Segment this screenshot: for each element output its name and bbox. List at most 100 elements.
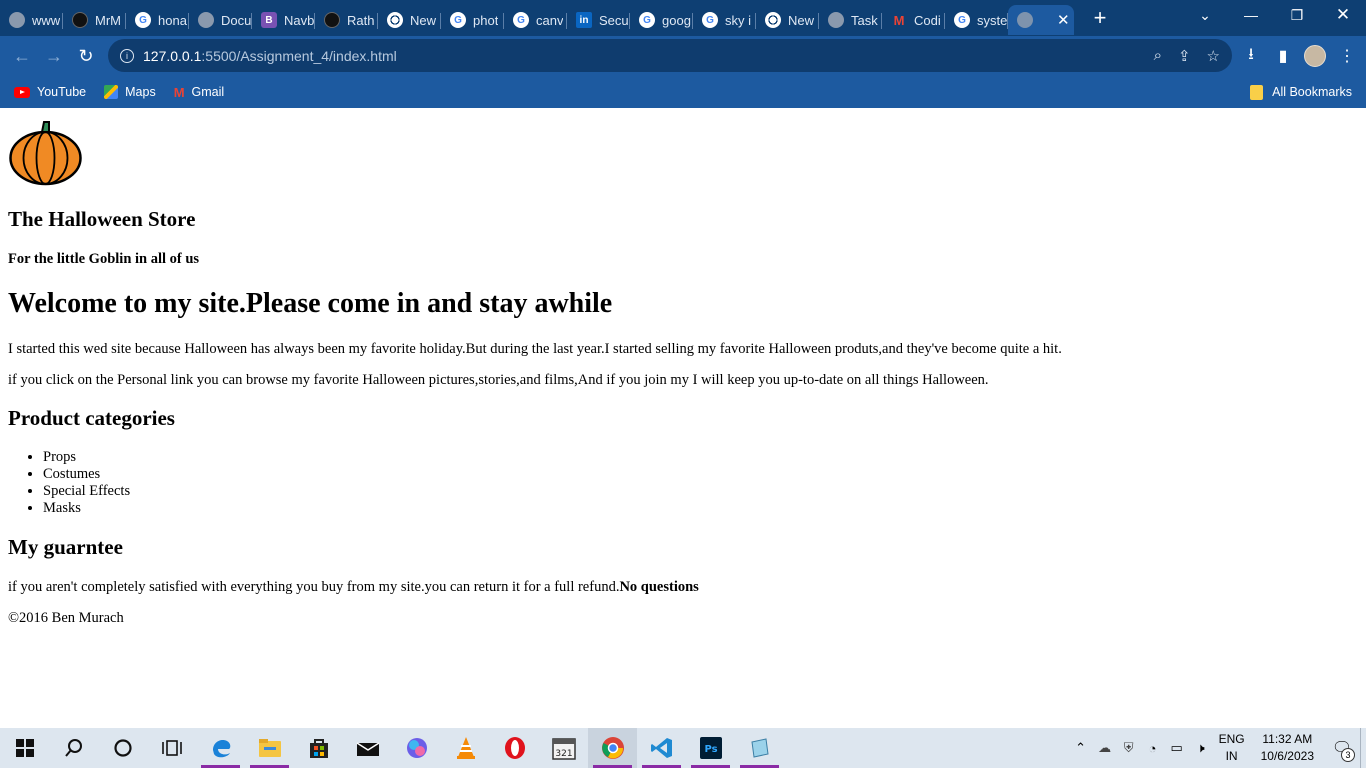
tab[interactable]: Gsky i (693, 5, 756, 35)
forward-button[interactable]: → (38, 40, 70, 72)
list-item: Props (43, 449, 130, 466)
start-button[interactable] (0, 728, 49, 768)
zoom-icon[interactable]: ⌕ (1154, 47, 1162, 64)
bookmark-gmail[interactable]: M Gmail (174, 85, 225, 100)
tab[interactable]: B Navb (252, 5, 315, 35)
tab-title: Rath (347, 12, 375, 28)
svg-text:Ps: Ps (704, 744, 717, 755)
volume-muted-icon[interactable]: 🕨 (1189, 740, 1213, 756)
bookmarks-bar: YouTube Maps M Gmail All Bookmarks (0, 76, 1366, 108)
language-top: ENG (1218, 732, 1245, 746)
taskbar-opera[interactable] (490, 728, 539, 768)
url-host: 127.0.0.1 (143, 47, 202, 64)
taskbar-photoshop[interactable]: Ps (686, 728, 735, 768)
tab[interactable]: Rath (315, 5, 378, 35)
edge-icon (212, 740, 230, 758)
download-icon[interactable]: ⭳ (1240, 40, 1262, 72)
back-button[interactable]: ← (6, 40, 38, 72)
close-window-button[interactable]: ✕ (1320, 0, 1366, 30)
tab[interactable]: www (0, 5, 63, 35)
task-view-button[interactable] (147, 728, 196, 768)
tab[interactable]: Ghona (126, 5, 189, 35)
tab[interactable]: MrM (63, 5, 126, 35)
personal-paragraph: if you click on the Personal link you ca… (8, 372, 989, 388)
tab[interactable]: Ggoog (630, 5, 693, 35)
taskbar-store[interactable] (294, 728, 343, 768)
chrome-icon (765, 12, 781, 28)
battery-icon[interactable]: ▭ (1165, 740, 1189, 756)
share-icon[interactable]: ⇪ (1178, 47, 1191, 65)
tab-search-chevron-down-icon[interactable]: ⌄ (1182, 0, 1228, 30)
globe-icon (198, 12, 214, 28)
tab-active[interactable]: ✕ (1008, 5, 1074, 35)
onedrive-icon[interactable]: ☁ (1093, 740, 1117, 756)
cortana-button[interactable] (98, 728, 147, 768)
side-panel-icon[interactable]: ▮ (1272, 40, 1294, 72)
security-icon[interactable]: ⛨ (1117, 740, 1141, 756)
tab[interactable]: in Secu (567, 5, 630, 35)
google-icon: G (702, 12, 718, 28)
notification-center-button[interactable]: 🗨 3 (1324, 728, 1360, 768)
close-icon[interactable]: ✕ (1057, 11, 1070, 29)
url-path: :5500/Assignment_4/index.html (201, 47, 397, 64)
taskbar-copilot[interactable] (392, 728, 441, 768)
google-icon: G (513, 12, 529, 28)
tab[interactable]: Task (819, 5, 882, 35)
globe-icon (9, 12, 25, 28)
tab[interactable]: Gcanv (504, 5, 567, 35)
windows-start-icon (15, 739, 34, 757)
tab[interactable]: New (756, 5, 819, 35)
menu-icon[interactable]: ⋮ (1336, 40, 1358, 72)
language-bottom: IN (1225, 749, 1238, 763)
taskbar-chrome[interactable] (588, 728, 637, 768)
photoshop-icon: Ps (699, 737, 722, 759)
tab[interactable]: Gsyste (945, 5, 1008, 35)
site-info-icon[interactable]: i (120, 48, 134, 63)
taskbar-vscode[interactable] (637, 728, 686, 768)
new-tab-button[interactable]: + (1084, 3, 1116, 33)
tab-title: MrM (95, 12, 121, 28)
taskbar-notepad[interactable] (735, 728, 784, 768)
language-indicator[interactable]: ENG IN (1219, 731, 1245, 765)
store-icon (309, 739, 328, 758)
taskbar-vlc[interactable] (441, 728, 490, 768)
bookmark-maps[interactable]: Maps (104, 85, 156, 99)
search-button[interactable] (49, 728, 98, 768)
folder-icon (1250, 84, 1264, 100)
opera-icon (504, 737, 525, 759)
guarantee-heading: My guarntee (8, 535, 123, 559)
tab-title: Navb (284, 12, 315, 28)
all-bookmarks-label: All Bookmarks (1272, 85, 1352, 99)
gmail-icon: M (173, 84, 185, 100)
tab-title: Docu (221, 12, 252, 28)
tab[interactable]: Gphot (441, 5, 504, 35)
notepad-icon (750, 738, 769, 758)
minimize-button[interactable]: — (1228, 0, 1274, 30)
taskbar-edge[interactable] (196, 728, 245, 768)
show-desktop-button[interactable] (1360, 728, 1366, 768)
clock[interactable]: 11:32 AM 10/6/2023 (1261, 731, 1314, 765)
tab-title: www (32, 12, 61, 28)
avatar (1304, 45, 1326, 67)
taskbar-calendar-app[interactable]: 321 (539, 728, 588, 768)
tab[interactable]: Docu (189, 5, 252, 35)
restore-button[interactable]: ❐ (1274, 0, 1320, 30)
google-icon: G (450, 12, 466, 28)
profile-avatar[interactable] (1304, 40, 1326, 72)
tab-title: Secu (599, 12, 629, 28)
taskbar-file-explorer[interactable] (245, 728, 294, 768)
wifi-icon[interactable]: ◔ (1141, 741, 1165, 756)
welcome-heading: Welcome to my site.Please come in and st… (8, 288, 613, 319)
address-bar[interactable]: i 127.0.0.1:5500/Assignment_4/index.html… (108, 39, 1232, 72)
taskbar-mail[interactable] (343, 728, 392, 768)
chevron-up-icon[interactable]: ⌃ (1069, 740, 1093, 756)
bookmark-star-icon[interactable]: ☆ (1207, 47, 1220, 65)
github-icon (72, 12, 88, 28)
tab[interactable]: New (378, 5, 441, 35)
bookmark-youtube[interactable]: YouTube (14, 85, 86, 99)
cortana-icon (113, 739, 132, 757)
globe-icon (1017, 12, 1033, 28)
reload-button[interactable]: ↻ (70, 40, 102, 72)
all-bookmarks[interactable]: All Bookmarks (1250, 76, 1352, 108)
tab[interactable]: M Codi (882, 5, 945, 35)
